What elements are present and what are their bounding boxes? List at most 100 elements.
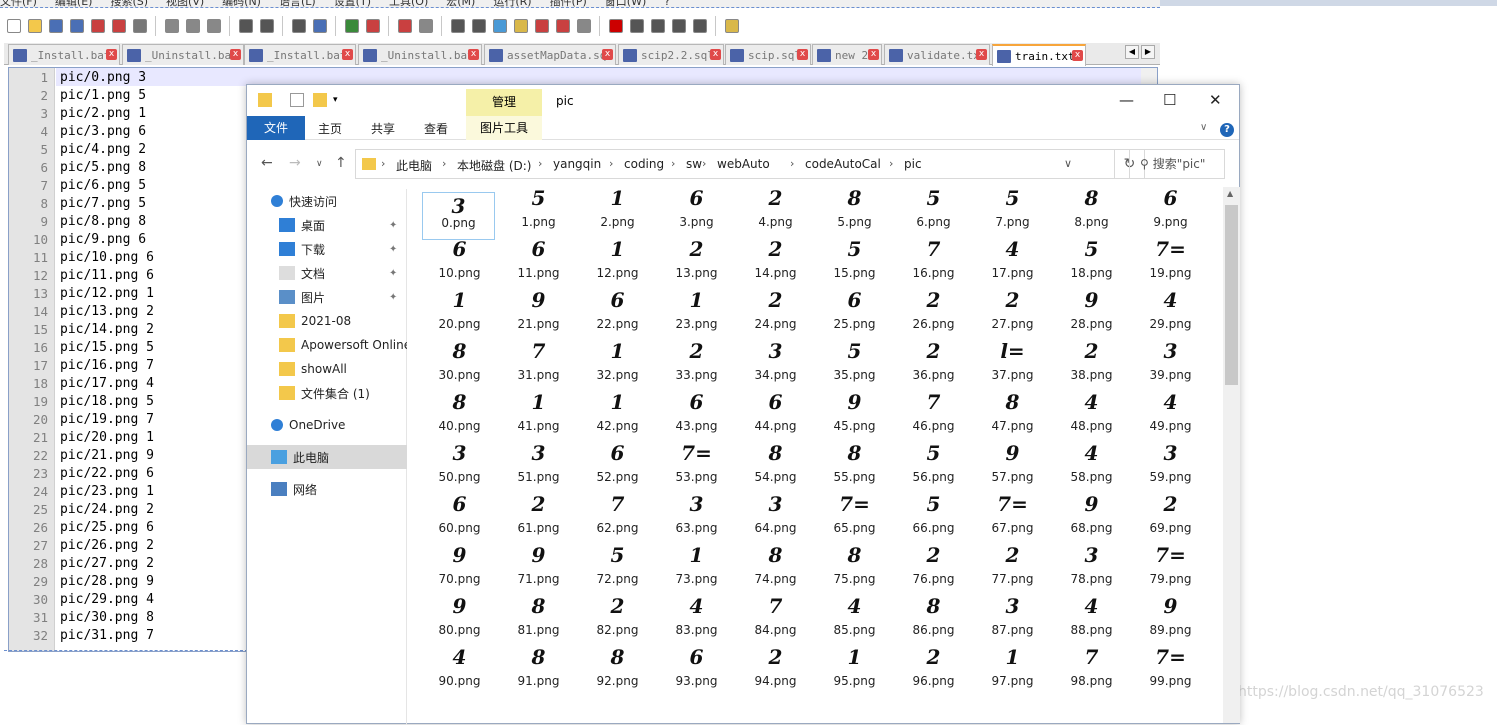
file-item[interactable]: 7 31.png <box>499 338 578 389</box>
help-icon[interactable]: ? <box>1220 123 1234 137</box>
replace-button[interactable] <box>310 17 329 36</box>
file-item[interactable]: 1 73.png <box>657 542 736 593</box>
file-item[interactable]: 9 21.png <box>499 287 578 338</box>
file-item[interactable]: 3 64.png <box>736 491 815 542</box>
tab-close-icon[interactable]: x <box>797 49 808 60</box>
file-item[interactable]: 1 32.png <box>578 338 657 389</box>
file-item[interactable]: 1 12.png <box>578 236 657 287</box>
code-line[interactable]: pic/23.png 1 <box>60 484 154 499</box>
menu-item[interactable]: 工具(O) <box>389 0 428 7</box>
nav-item[interactable]: 网络 <box>247 477 407 501</box>
file-item[interactable]: 7 98.png <box>1052 644 1131 695</box>
menu-item[interactable]: 宏(M) <box>446 0 475 7</box>
function-list-button[interactable] <box>532 17 551 36</box>
file-item[interactable]: 5 56.png <box>894 440 973 491</box>
find-button[interactable] <box>289 17 308 36</box>
breadcrumb-item[interactable]: sw <box>686 157 702 171</box>
tab-document[interactable]: _Install.bat x <box>8 44 120 65</box>
customize-quick-access-icon[interactable]: ▾ <box>333 95 347 109</box>
expand-ribbon-icon[interactable]: ∨ <box>1200 122 1207 133</box>
menu-item[interactable]: 插件(P) <box>550 0 587 7</box>
code-line[interactable]: pic/28.png 9 <box>60 574 154 589</box>
code-line[interactable]: pic/9.png 6 <box>60 232 146 247</box>
file-item[interactable]: 2 82.png <box>578 593 657 644</box>
back-arrow-icon[interactable]: ← <box>261 155 273 171</box>
tab-close-icon[interactable]: x <box>602 49 613 60</box>
zoom-in-button[interactable] <box>342 17 361 36</box>
file-item[interactable]: 7= 79.png <box>1131 542 1210 593</box>
file-item[interactable]: 1 2.png <box>578 185 657 236</box>
file-item[interactable]: 2 4.png <box>736 185 815 236</box>
file-item[interactable]: 2 13.png <box>657 236 736 287</box>
chevron-right-icon[interactable]: › <box>538 157 542 170</box>
save-all-button[interactable] <box>67 17 86 36</box>
code-line[interactable]: pic/12.png 1 <box>60 286 154 301</box>
file-item[interactable]: 3 0.png <box>420 185 499 240</box>
paste-button[interactable] <box>204 17 223 36</box>
record-macro-button[interactable] <box>606 17 625 36</box>
play-macro-button[interactable] <box>648 17 667 36</box>
tab-document[interactable]: scip2.2.sql x <box>618 44 724 65</box>
file-item[interactable]: 7 16.png <box>894 236 973 287</box>
file-item[interactable]: 4 29.png <box>1131 287 1210 338</box>
file-item[interactable]: 2 27.png <box>973 287 1052 338</box>
file-item[interactable]: 8 92.png <box>578 644 657 695</box>
code-line[interactable]: pic/16.png 7 <box>60 358 154 373</box>
nav-item[interactable]: 下载 ✦ <box>247 237 407 261</box>
menu-item[interactable]: 搜索(S) <box>110 0 148 7</box>
file-item[interactable]: 3 78.png <box>1052 542 1131 593</box>
breadcrumb-item[interactable]: yangqin <box>553 157 601 171</box>
new-file-button[interactable] <box>4 17 23 36</box>
tab-close-icon[interactable]: x <box>710 49 721 60</box>
file-item[interactable]: 5 72.png <box>578 542 657 593</box>
tab-close-icon[interactable]: x <box>976 49 987 60</box>
file-item[interactable]: 7= 19.png <box>1131 236 1210 287</box>
save-button[interactable] <box>46 17 65 36</box>
file-item[interactable]: 3 34.png <box>736 338 815 389</box>
tab-picture-tools[interactable]: 图片工具 <box>466 116 542 140</box>
file-item[interactable]: 5 7.png <box>973 185 1052 236</box>
file-item[interactable]: 5 1.png <box>499 185 578 236</box>
file-item[interactable]: 8 54.png <box>736 440 815 491</box>
file-item[interactable]: 3 51.png <box>499 440 578 491</box>
close-button[interactable] <box>88 17 107 36</box>
file-item[interactable]: 7= 53.png <box>657 440 736 491</box>
properties-icon[interactable] <box>290 93 304 107</box>
file-item[interactable]: 5 18.png <box>1052 236 1131 287</box>
breadcrumb-item[interactable]: 此电脑 <box>396 157 432 174</box>
address-dropdown-icon[interactable]: ∨ <box>1064 157 1072 170</box>
code-line[interactable]: pic/20.png 1 <box>60 430 154 445</box>
menu-item[interactable]: 编辑(E) <box>55 0 93 7</box>
file-item[interactable]: 4 85.png <box>815 593 894 644</box>
menu-item[interactable]: 设置(T) <box>334 0 371 7</box>
address-bar[interactable]: › 此电脑 › 本地磁盘 (D:) › yangqin › coding › sw › webAuto… <box>355 149 1115 179</box>
file-item[interactable]: 4 49.png <box>1131 389 1210 440</box>
file-item[interactable]: 6 52.png <box>578 440 657 491</box>
code-line[interactable]: pic/8.png 8 <box>60 214 146 229</box>
maximize-button[interactable]: ☐ <box>1163 91 1176 109</box>
close-all-button[interactable] <box>109 17 128 36</box>
menu-item[interactable]: 文件(F) <box>0 0 37 7</box>
breadcrumb-item[interactable]: codeAutoCal <box>805 157 881 171</box>
code-line[interactable]: pic/29.png 4 <box>60 592 154 607</box>
manage-tab[interactable]: 管理 <box>466 89 542 116</box>
tab-close-icon[interactable]: x <box>342 49 353 60</box>
file-item[interactable]: 1 42.png <box>578 389 657 440</box>
tab-view[interactable]: 查看 <box>424 120 448 137</box>
file-item[interactable]: 5 35.png <box>815 338 894 389</box>
file-item[interactable]: 6 10.png <box>420 236 499 287</box>
file-item[interactable]: 6 60.png <box>420 491 499 542</box>
code-line[interactable]: pic/14.png 2 <box>60 322 154 337</box>
file-item[interactable]: 7 62.png <box>578 491 657 542</box>
file-item[interactable]: 3 63.png <box>657 491 736 542</box>
file-item[interactable]: 8 40.png <box>420 389 499 440</box>
cut-button[interactable] <box>162 17 181 36</box>
nav-item[interactable]: 此电脑 <box>247 445 407 469</box>
code-line[interactable]: pic/18.png 5 <box>60 394 154 409</box>
file-item[interactable]: 4 58.png <box>1052 440 1131 491</box>
run-macro-multiple-button[interactable] <box>669 17 688 36</box>
nav-item[interactable]: Apowersoft Online <box>247 333 407 357</box>
file-item[interactable]: 1 95.png <box>815 644 894 695</box>
file-item[interactable]: 8 5.png <box>815 185 894 236</box>
code-line[interactable]: pic/13.png 2 <box>60 304 154 319</box>
